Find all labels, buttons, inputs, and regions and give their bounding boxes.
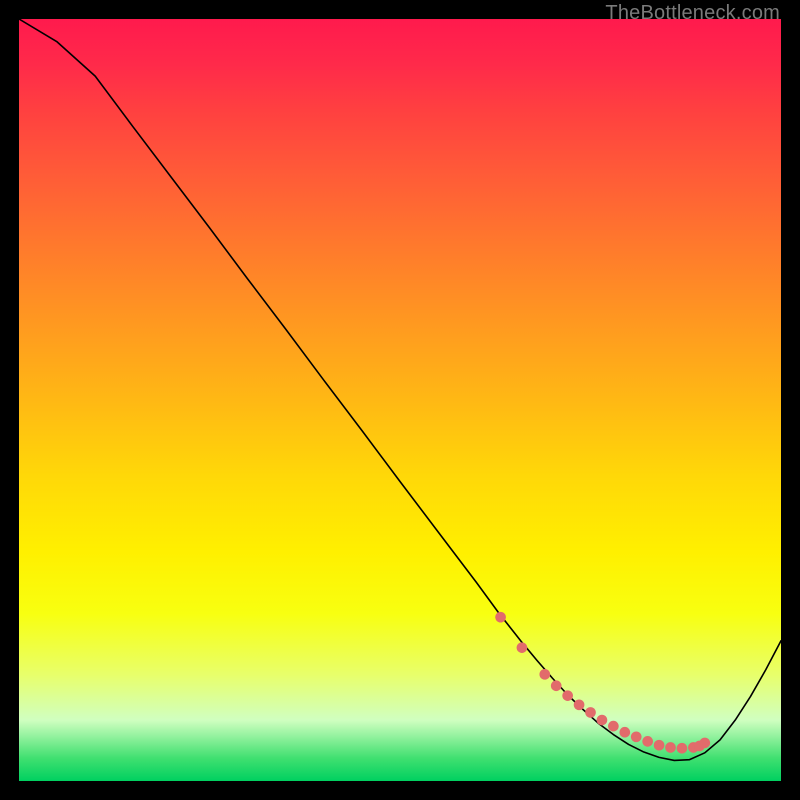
chart-marker xyxy=(517,642,528,653)
chart-marker xyxy=(597,715,608,726)
chart-marker xyxy=(619,727,630,738)
chart-frame xyxy=(19,19,781,781)
chart-overlay xyxy=(19,19,781,781)
chart-marker xyxy=(585,707,596,718)
chart-marker xyxy=(608,721,619,732)
chart-marker xyxy=(539,669,550,680)
chart-curve xyxy=(19,19,781,760)
chart-marker xyxy=(551,680,562,691)
watermark-label: TheBottleneck.com xyxy=(605,2,780,25)
chart-marker xyxy=(631,731,642,742)
chart-marker xyxy=(677,743,688,754)
chart-marker xyxy=(562,690,573,701)
chart-marker xyxy=(642,736,653,747)
chart-markers xyxy=(495,612,710,754)
chart-marker xyxy=(654,740,665,751)
chart-marker xyxy=(665,742,676,753)
chart-marker xyxy=(699,738,710,749)
chart-marker xyxy=(495,612,506,623)
chart-marker xyxy=(574,699,585,710)
